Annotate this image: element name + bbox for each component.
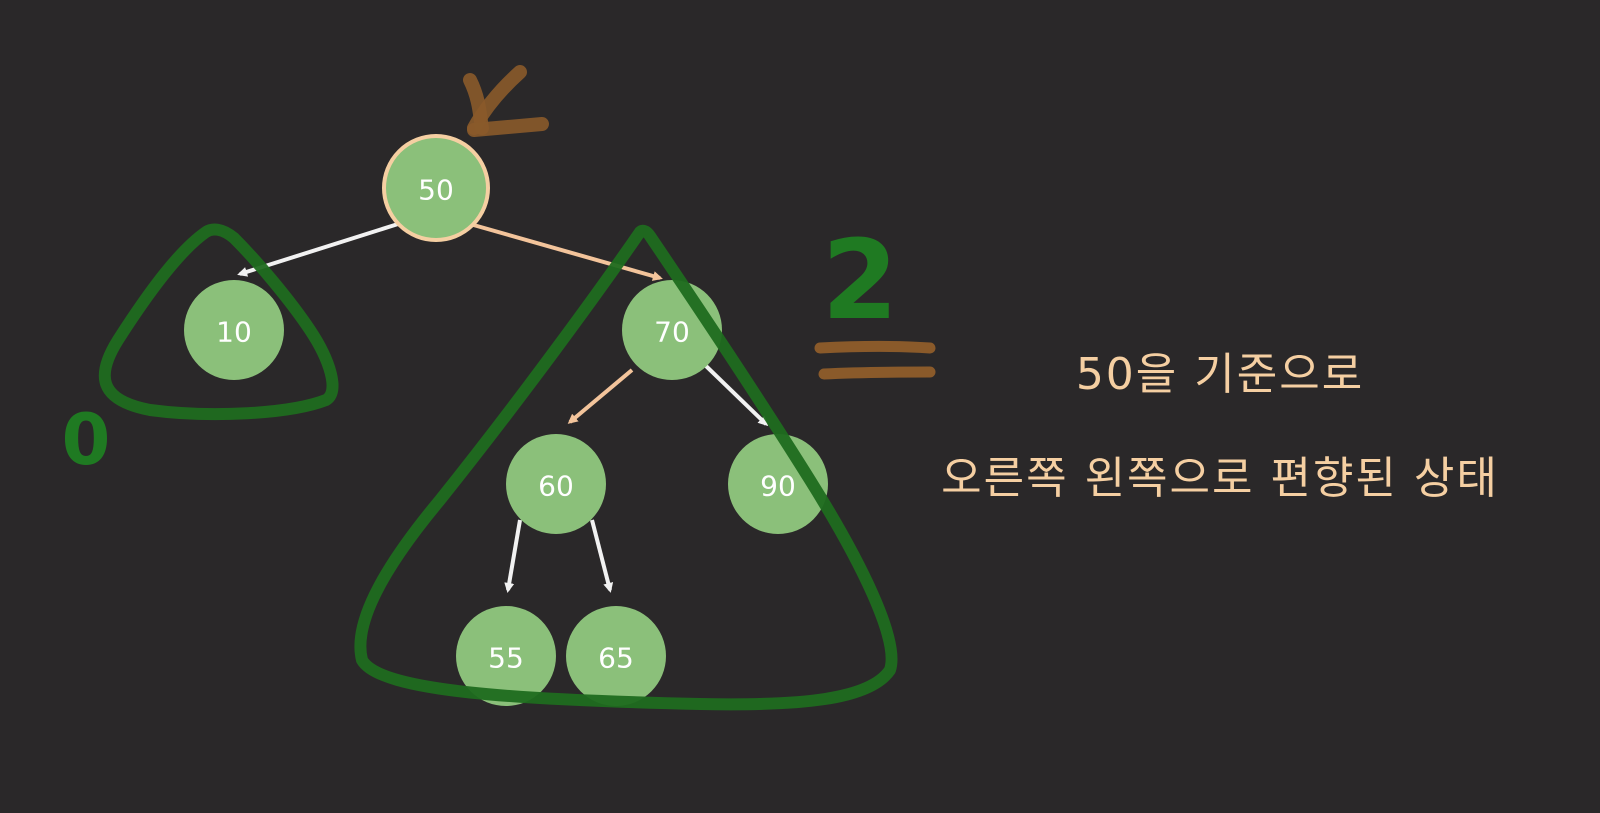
tree-node: 50 (382, 134, 490, 242)
node-label: 50 (418, 174, 454, 207)
caption-line-2: 오른쪽 왼쪽으로 편향된 상태 (941, 453, 1499, 504)
root-pointer-arrow-icon (463, 65, 549, 137)
tree-node: 60 (506, 434, 606, 534)
node-label: 60 (538, 470, 574, 503)
node-label: 90 (760, 470, 796, 503)
tree-node: 10 (184, 280, 284, 380)
node-label: 65 (598, 642, 634, 675)
edge-70-60 (567, 368, 634, 424)
tree-node: 65 (566, 606, 666, 706)
right-height-annotation: 2 (822, 216, 899, 344)
left-height-annotation: 0 (62, 399, 111, 481)
node-label: 70 (654, 316, 690, 349)
node-label: 10 (216, 316, 252, 349)
diagram-stage: 50 10 70 60 90 55 65 0 2 50을 기준으로 오른쪽 왼쪽… (0, 0, 1600, 813)
edge-60-65 (590, 519, 614, 593)
caption-line-1: 50을 기준으로 (1075, 349, 1365, 400)
node-label: 55 (488, 642, 524, 675)
edge-60-55 (504, 519, 522, 593)
binary-tree-diagram: 50 10 70 60 90 55 65 0 2 (62, 65, 936, 711)
